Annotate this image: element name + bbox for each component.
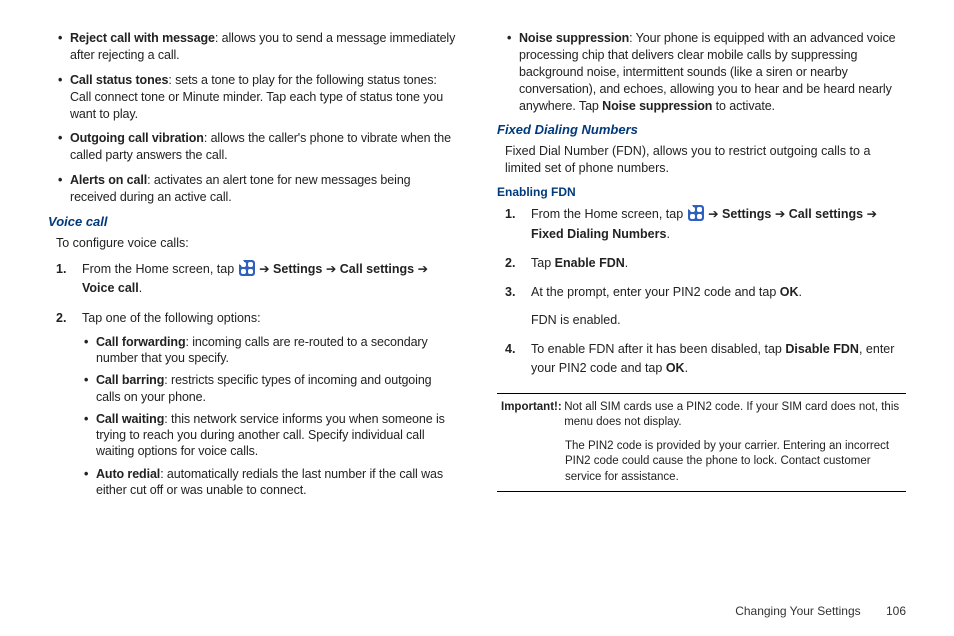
fdn-intro: Fixed Dial Number (FDN), allows you to r… — [505, 143, 906, 177]
step-1: 1. From the Home screen, tap ➔ Settings … — [531, 205, 906, 244]
step-4: 4. To enable FDN after it has been disab… — [531, 340, 906, 379]
list-item: Noise suppression: Your phone is equippe… — [519, 30, 906, 114]
right-column: Noise suppression: Your phone is equippe… — [497, 30, 906, 590]
voice-call-heading: Voice call — [48, 214, 457, 229]
voice-call-options: Call forwarding: incoming calls are re-r… — [82, 334, 457, 498]
step-3: 3. At the prompt, enter your PIN2 code a… — [531, 283, 906, 330]
fdn-steps: 1. From the Home screen, tap ➔ Settings … — [497, 205, 906, 379]
list-item: Call barring: restricts specific types o… — [96, 372, 457, 405]
voice-call-steps: 1. From the Home screen, tap ➔ Settings … — [48, 260, 457, 498]
step-1: 1. From the Home screen, tap ➔ Settings … — [82, 260, 457, 299]
important-p1: Not all SIM cards use a PIN2 code. If yo… — [564, 400, 899, 431]
list-item: Auto redial: automatically redials the l… — [96, 466, 457, 499]
apps-icon — [239, 260, 255, 276]
page-number: 106 — [886, 604, 906, 618]
fdn-enabled-text: FDN is enabled. — [531, 311, 906, 330]
important-box: Important!: Not all SIM cards use a PIN2… — [497, 393, 906, 493]
list-item: Outgoing call vibration: allows the call… — [70, 130, 457, 164]
important-p2: The PIN2 code is provided by your carrie… — [565, 439, 902, 486]
step-2: 2. Tap Enable FDN. — [531, 254, 906, 273]
noise-bullet: Noise suppression: Your phone is equippe… — [497, 30, 906, 114]
footer-section: Changing Your Settings — [735, 604, 860, 618]
left-column: Reject call with message: allows you to … — [48, 30, 457, 590]
step-2: 2. Tap one of the following options: Cal… — [82, 309, 457, 499]
list-item: Alerts on call: activates an alert tone … — [70, 172, 457, 206]
page-footer: Changing Your Settings 106 — [735, 604, 906, 618]
voice-call-intro: To configure voice calls: — [56, 235, 457, 252]
important-label: Important!: — [501, 400, 561, 416]
list-item: Reject call with message: allows you to … — [70, 30, 457, 64]
apps-icon — [688, 205, 704, 221]
list-item: Call forwarding: incoming calls are re-r… — [96, 334, 457, 367]
enabling-fdn-heading: Enabling FDN — [497, 185, 906, 199]
fdn-heading: Fixed Dialing Numbers — [497, 122, 906, 137]
list-item: Call status tones: sets a tone to play f… — [70, 72, 457, 123]
list-item: Call waiting: this network service infor… — [96, 411, 457, 460]
feature-bullets: Reject call with message: allows you to … — [48, 30, 457, 206]
